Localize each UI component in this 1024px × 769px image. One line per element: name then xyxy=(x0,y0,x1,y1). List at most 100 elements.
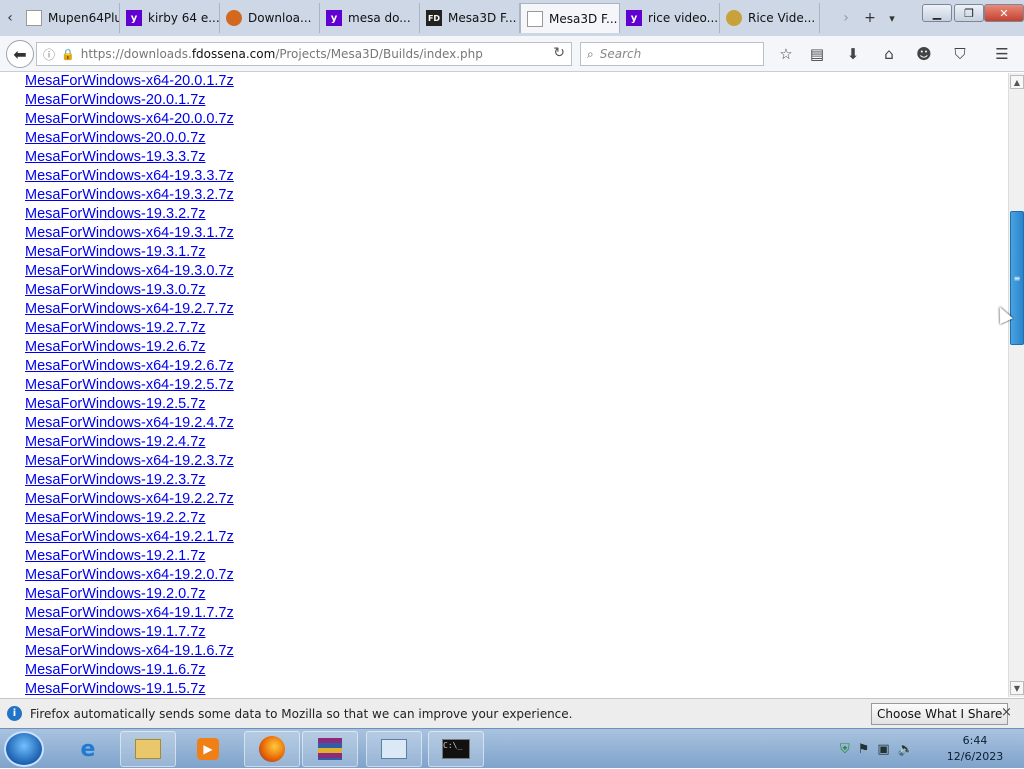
file-download-link[interactable]: MesaForWindows-19.2.1.7z xyxy=(25,548,206,564)
file-download-link[interactable]: MesaForWindows-19.1.5.7z xyxy=(25,681,206,697)
pocket-icon[interactable]: ⛉ xyxy=(950,44,970,64)
file-download-link[interactable]: MesaForWindows-20.0.1.7z xyxy=(25,92,206,108)
close-icon[interactable]: × xyxy=(1001,705,1012,720)
lock-icon[interactable]: 🔒 xyxy=(61,48,75,61)
file-download-link[interactable]: MesaForWindows-19.2.5.7z xyxy=(25,396,206,412)
flag-icon[interactable]: ⚑ xyxy=(858,742,870,757)
tab[interactable]: FD Mesa3D F... xyxy=(420,3,520,33)
tab-list-dropdown[interactable]: ▾ xyxy=(882,4,902,32)
list-item: MesaForWindows-19.2.6.7z xyxy=(25,339,234,358)
file-download-link[interactable]: MesaForWindows-x64-19.1.6.7z xyxy=(25,643,234,659)
volume-muted-icon[interactable]: 🔈 xyxy=(898,742,914,757)
scroll-up-icon[interactable]: ▲ xyxy=(1010,75,1024,89)
scroll-down-icon[interactable]: ▼ xyxy=(1010,681,1024,695)
list-item: MesaForWindows-19.2.3.7z xyxy=(25,472,234,491)
list-item: MesaForWindows-19.2.4.7z xyxy=(25,434,234,453)
page-icon xyxy=(26,10,42,26)
list-item: MesaForWindows-x64-19.1.7.7z xyxy=(25,605,234,624)
url-bar[interactable]: ⓘ 🔒 https://downloads.fdossena.com/Proje… xyxy=(36,42,572,66)
minimize-button[interactable]: ▁ xyxy=(922,4,952,22)
fd-icon: FD xyxy=(426,10,442,26)
tab[interactable]: y mesa do... xyxy=(320,3,420,33)
file-download-link[interactable]: MesaForWindows-19.2.7.7z xyxy=(25,320,206,336)
file-download-link[interactable]: MesaForWindows-x64-19.2.5.7z xyxy=(25,377,234,393)
tab-scroll-right-icon[interactable]: › xyxy=(836,4,856,32)
file-download-link[interactable]: MesaForWindows-x64-20.0.0.7z xyxy=(25,111,234,127)
download-icon[interactable]: ⬇ xyxy=(843,44,863,64)
navigation-toolbar: ⬅ ⓘ 🔒 https://downloads.fdossena.com/Pro… xyxy=(0,36,1024,72)
new-tab-button[interactable]: + xyxy=(860,4,880,32)
rice-icon xyxy=(726,10,742,26)
menu-icon[interactable]: ☰ xyxy=(992,44,1012,64)
clock[interactable]: 6:44 12/6/2023 xyxy=(940,733,1010,765)
file-download-link[interactable]: MesaForWindows-19.3.2.7z xyxy=(25,206,206,222)
start-button[interactable] xyxy=(4,731,44,767)
list-item: MesaForWindows-x64-19.3.1.7z xyxy=(25,225,234,244)
file-download-link[interactable]: MesaForWindows-x64-19.2.4.7z xyxy=(25,415,234,431)
clock-date: 12/6/2023 xyxy=(946,750,1004,763)
file-download-link[interactable]: MesaForWindows-x64-20.0.1.7z xyxy=(25,73,234,89)
file-explorer-icon[interactable] xyxy=(120,731,176,767)
file-download-link[interactable]: MesaForWindows-19.3.0.7z xyxy=(25,282,206,298)
internet-explorer-icon[interactable]: e xyxy=(60,731,116,767)
tab[interactable]: y kirby 64 e... xyxy=(120,3,220,33)
shield-icon[interactable]: ⛨ xyxy=(840,742,850,757)
file-download-link[interactable]: MesaForWindows-20.0.0.7z xyxy=(25,130,206,146)
file-download-link[interactable]: MesaForWindows-x64-19.2.0.7z xyxy=(25,567,234,583)
file-download-link[interactable]: MesaForWindows-x64-19.3.3.7z xyxy=(25,168,234,184)
tab[interactable]: y rice video... xyxy=(620,3,720,33)
url-path: /Projects/Mesa3D/Builds/index.php xyxy=(275,47,483,61)
firefox-icon[interactable] xyxy=(244,731,300,767)
file-download-link[interactable]: MesaForWindows-x64-19.2.6.7z xyxy=(25,358,234,374)
vertical-scrollbar[interactable]: ▲ ≡ ▼ xyxy=(1008,73,1024,697)
file-download-link[interactable]: MesaForWindows-x64-19.2.1.7z xyxy=(25,529,234,545)
media-player-icon[interactable]: ▶ xyxy=(180,731,236,767)
tab-list: Mupen64Plus...ykirby 64 e...Downloa...ym… xyxy=(20,3,820,33)
back-button[interactable]: ⬅ xyxy=(6,40,34,68)
search-icon: ⌕ xyxy=(587,46,594,61)
tab[interactable]: Mupen64Plus... xyxy=(20,3,120,33)
home-icon[interactable]: ⌂ xyxy=(879,44,899,64)
choose-what-i-share-button[interactable]: Choose What I Share xyxy=(871,703,1009,725)
file-download-link[interactable]: MesaForWindows-19.2.6.7z xyxy=(25,339,206,355)
winrar-icon[interactable] xyxy=(302,731,358,767)
file-download-link[interactable]: MesaForWindows-19.1.7.7z xyxy=(25,624,206,640)
file-download-link[interactable]: MesaForWindows-x64-19.3.2.7z xyxy=(25,187,234,203)
file-download-link[interactable]: MesaForWindows-19.3.3.7z xyxy=(25,149,206,165)
file-download-link[interactable]: MesaForWindows-x64-19.1.7.7z xyxy=(25,605,234,621)
tab[interactable]: Rice Vide... xyxy=(720,3,820,33)
bookmark-star-icon[interactable]: ☆ xyxy=(776,44,796,64)
list-item: MesaForWindows-19.2.2.7z xyxy=(25,510,234,529)
file-download-link[interactable]: MesaForWindows-19.2.4.7z xyxy=(25,434,206,450)
file-download-link[interactable]: MesaForWindows-19.2.3.7z xyxy=(25,472,206,488)
file-download-link[interactable]: MesaForWindows-x64-19.3.1.7z xyxy=(25,225,234,241)
info-icon[interactable]: ⓘ xyxy=(43,46,55,63)
file-download-link[interactable]: MesaForWindows-19.1.6.7z xyxy=(25,662,206,678)
reload-icon[interactable]: ↻ xyxy=(553,45,565,61)
tab[interactable]: Mesa3D F...✕ xyxy=(520,3,620,33)
command-prompt-icon[interactable]: C:\_ xyxy=(428,731,484,767)
window-close-button[interactable]: ✕ xyxy=(984,4,1024,22)
hello-icon[interactable]: ☻ xyxy=(914,44,934,64)
list-item: MesaForWindows-19.2.7.7z xyxy=(25,320,234,339)
file-download-link[interactable]: MesaForWindows-x64-19.2.3.7z xyxy=(25,453,234,469)
list-item: MesaForWindows-x64-19.2.2.7z xyxy=(25,491,234,510)
yahoo-icon: y xyxy=(626,10,642,26)
file-download-link[interactable]: MesaForWindows-19.2.2.7z xyxy=(25,510,206,526)
file-list: MesaForWindows-x64-20.0.1.7z MesaForWindo… xyxy=(25,73,234,697)
control-panel-icon[interactable] xyxy=(366,731,422,767)
scroll-thumb[interactable]: ≡ xyxy=(1010,211,1024,345)
tab-label: Mupen64Plus... xyxy=(48,11,119,25)
tab[interactable]: Downloa... xyxy=(220,3,320,33)
search-input[interactable]: ⌕ Search xyxy=(580,42,764,66)
tab-scroll-left-icon[interactable]: ‹ xyxy=(0,4,20,32)
file-download-link[interactable]: MesaForWindows-x64-19.2.2.7z xyxy=(25,491,234,507)
file-download-link[interactable]: MesaForWindows-19.3.1.7z xyxy=(25,244,206,260)
reading-list-icon[interactable]: ▤ xyxy=(807,44,827,64)
list-item: MesaForWindows-x64-20.0.0.7z xyxy=(25,111,234,130)
file-download-link[interactable]: MesaForWindows-19.2.0.7z xyxy=(25,586,206,602)
file-download-link[interactable]: MesaForWindows-x64-19.3.0.7z xyxy=(25,263,234,279)
network-icon[interactable]: ▣ xyxy=(877,742,889,757)
restore-button[interactable]: ❐ xyxy=(954,4,984,22)
file-download-link[interactable]: MesaForWindows-x64-19.2.7.7z xyxy=(25,301,234,317)
